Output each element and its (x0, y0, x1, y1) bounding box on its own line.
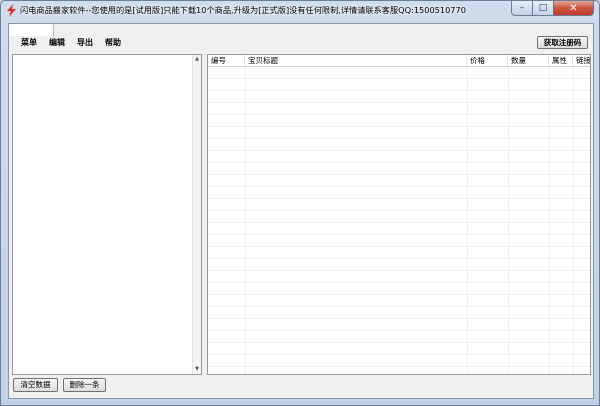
scroll-up-icon[interactable]: ▲ (193, 55, 201, 64)
column-divider (245, 67, 246, 374)
vertical-scrollbar[interactable]: ▲ ▼ (192, 55, 201, 374)
tab-main[interactable] (9, 24, 54, 36)
grid-header: 编号 宝贝标题 价格 数量 属性 链接 (208, 55, 590, 67)
column-header-attributes[interactable]: 属性 (549, 55, 573, 66)
close-button[interactable]: ✕ (554, 1, 594, 16)
menu-item-edit[interactable]: 编辑 (43, 37, 71, 49)
minimize-button[interactable]: – (511, 1, 533, 16)
title-bar[interactable]: 闪电商品搬家软件--您使用的是[试用版]只能下载10个商品,升级为[正式版]没有… (1, 1, 599, 21)
window-title: 闪电商品搬家软件--您使用的是[试用版]只能下载10个商品,升级为[正式版]没有… (20, 5, 466, 15)
column-divider (549, 67, 550, 374)
get-registration-code-button[interactable]: 获取注册码 (537, 36, 588, 49)
menu-item-help[interactable]: 帮助 (99, 37, 127, 49)
maximize-button[interactable]: □ (533, 1, 554, 16)
column-divider (573, 67, 574, 374)
menu-bar: 菜单 编辑 导出 帮助 (15, 37, 127, 49)
grid-body (208, 67, 590, 374)
delete-one-button[interactable]: 删除一条 (63, 378, 106, 392)
menu-item-export[interactable]: 导出 (71, 37, 99, 49)
column-header-title[interactable]: 宝贝标题 (245, 55, 467, 66)
column-header-quantity[interactable]: 数量 (508, 55, 549, 66)
column-header-price[interactable]: 价格 (467, 55, 508, 66)
column-divider (467, 67, 468, 374)
url-list-panel[interactable]: ▲ ▼ (12, 54, 202, 375)
column-header-id[interactable]: 编号 (208, 55, 245, 66)
column-header-link[interactable]: 链接 (573, 55, 590, 66)
product-grid[interactable]: 编号 宝贝标题 价格 数量 属性 链接 (207, 54, 591, 375)
clear-data-button[interactable]: 清空数据 (13, 378, 58, 392)
window-controls: – □ ✕ (511, 1, 594, 16)
client-area: 菜单 编辑 导出 帮助 获取注册码 ▲ ▼ 编号 宝贝标题 价格 数量 属性 链… (8, 23, 594, 399)
app-window: 闪电商品搬家软件--您使用的是[试用版]只能下载10个商品,升级为[正式版]没有… (0, 0, 600, 406)
tab-strip (9, 24, 593, 36)
scroll-down-icon[interactable]: ▼ (193, 365, 201, 374)
lightning-icon (7, 4, 16, 17)
menu-item-menu[interactable]: 菜单 (15, 37, 43, 49)
column-divider (508, 67, 509, 374)
